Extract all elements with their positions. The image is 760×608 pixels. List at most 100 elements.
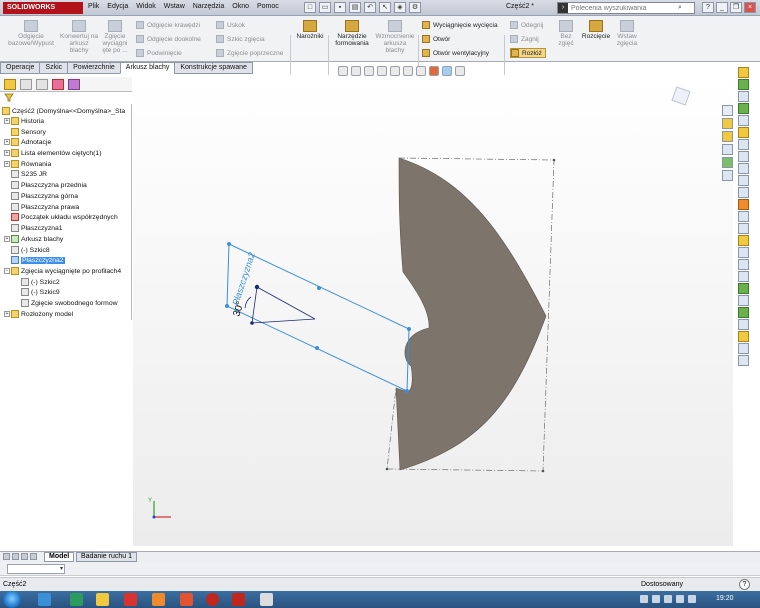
- next-tab-icon[interactable]: [21, 553, 28, 560]
- view-palette-tab-icon[interactable]: [722, 144, 733, 155]
- tree-item-cut-list[interactable]: + Lista elementów ciętych(1): [4, 148, 101, 158]
- tree-item-sketch2[interactable]: (-) Szkic2: [21, 277, 60, 287]
- property-manager-icon[interactable]: [20, 79, 32, 90]
- tree-item-sketch8[interactable]: (-) Szkic8: [11, 245, 50, 255]
- edit-appearance-icon[interactable]: [429, 66, 439, 76]
- app-icon[interactable]: [260, 593, 273, 606]
- dimxpert-icon[interactable]: [52, 79, 64, 90]
- menu-plik[interactable]: Plik: [88, 3, 99, 10]
- pattern-tool-icon[interactable]: [737, 211, 749, 222]
- repair-sketch-icon[interactable]: [737, 235, 749, 246]
- chevron-down-icon[interactable]: ▾: [60, 565, 63, 572]
- tab-operacje[interactable]: Operacje: [0, 62, 41, 74]
- search-icon[interactable]: ⌕: [678, 4, 682, 12]
- tab-model[interactable]: Model: [44, 552, 75, 562]
- tree-item-front-plane[interactable]: Płaszczyzna przednia: [11, 180, 87, 190]
- apply-scene-icon[interactable]: [442, 66, 452, 76]
- hole-button[interactable]: Otwór: [422, 34, 450, 44]
- design-library-tab-icon[interactable]: [722, 118, 733, 129]
- tree-item-right-plane[interactable]: Płaszczyzna prawa: [11, 202, 79, 212]
- unfold-button[interactable]: Odegnij: [510, 20, 543, 30]
- sketch-point[interactable]: [385, 467, 389, 471]
- text-tool-icon[interactable]: [737, 151, 749, 162]
- tab-szkic[interactable]: Szkic: [39, 62, 69, 74]
- expand-icon[interactable]: +: [4, 311, 10, 317]
- tree-item-adnotacje[interactable]: + Adnotacje: [4, 137, 51, 147]
- print-icon[interactable]: ▤: [349, 2, 361, 13]
- expand-icon[interactable]: +: [4, 150, 10, 156]
- tree-item-flat-pattern[interactable]: + Rozłożony model: [4, 309, 73, 319]
- tree-item-historia[interactable]: + Historia: [4, 116, 44, 126]
- custom-properties-tab-icon[interactable]: [722, 170, 733, 181]
- section-properties-icon[interactable]: [737, 343, 749, 354]
- solidworks-taskbar-icon[interactable]: [124, 593, 137, 606]
- tree-item-sketch9[interactable]: (-) Szkic9: [21, 287, 60, 297]
- no-bends-button[interactable]: Bez zgięć: [555, 20, 577, 47]
- prev-tab-icon[interactable]: [12, 553, 19, 560]
- smart-dimension-icon[interactable]: [737, 103, 749, 114]
- select-icon[interactable]: ↖: [379, 2, 391, 13]
- tree-item-plane1[interactable]: Płaszczyzna1: [11, 223, 63, 233]
- sigma-icon[interactable]: [737, 259, 749, 270]
- edge-flange-button[interactable]: Odgięcie krawędzi: [136, 20, 200, 30]
- plane-tool-icon[interactable]: [737, 295, 749, 306]
- cross-break-button[interactable]: Zgięcie poprzeczne: [216, 48, 283, 58]
- tab-powierzchnie[interactable]: Powierzchnie: [67, 62, 121, 74]
- vent-button[interactable]: Otwór wentylacyjny: [422, 48, 489, 58]
- save-icon[interactable]: ▪: [334, 2, 346, 13]
- quick-snaps-icon[interactable]: [737, 247, 749, 258]
- view-orientation-icon[interactable]: [390, 66, 400, 76]
- convert-entities-icon[interactable]: [737, 283, 749, 294]
- sketch-point[interactable]: [552, 158, 556, 162]
- menu-widok[interactable]: Widok: [136, 3, 155, 10]
- tree-item-sheet-metal[interactable]: + Arkusz blachy: [4, 234, 63, 244]
- display-manager-icon[interactable]: [68, 79, 80, 90]
- flatten-button[interactable]: Rozłóż: [510, 48, 546, 58]
- section-view-icon[interactable]: [377, 66, 387, 76]
- tree-root[interactable]: Część2 (Domyślna<<Domyślna>_Sta: [2, 106, 125, 116]
- menu-okno[interactable]: Okno: [232, 3, 249, 10]
- previous-view-icon[interactable]: [364, 66, 374, 76]
- close-icon[interactable]: ×: [744, 2, 756, 13]
- tab-motion-study[interactable]: Badanie ruchu 1: [76, 552, 137, 562]
- menu-pomoc[interactable]: Pomoc: [257, 3, 279, 10]
- restore-icon[interactable]: ❐: [730, 2, 742, 13]
- command-search[interactable]: › ⌕: [557, 2, 695, 14]
- zoom-to-fit-icon[interactable]: [338, 66, 348, 76]
- ie-icon[interactable]: [38, 593, 51, 606]
- trim-tool-icon[interactable]: [737, 175, 749, 186]
- explorer-icon[interactable]: [96, 593, 109, 606]
- last-tab-icon[interactable]: [30, 553, 37, 560]
- convert-sheet-metal-button[interactable]: Konwertuj na arkusz blachy: [60, 20, 98, 54]
- appearance-tool-icon[interactable]: [737, 355, 749, 366]
- menu-edycja[interactable]: Edycja: [107, 3, 128, 10]
- corners-button[interactable]: Narożniki: [294, 20, 326, 40]
- tree-item-sensory[interactable]: Sensory: [11, 127, 46, 137]
- menu-wstaw[interactable]: Wstaw: [164, 3, 185, 10]
- base-flange-button[interactable]: Odgięcie bazowe/Wypust: [6, 20, 56, 47]
- relations-tool-icon[interactable]: [737, 223, 749, 234]
- new-document-icon[interactable]: □: [304, 2, 316, 13]
- sketched-bend-button[interactable]: Szkic zgięcia: [216, 34, 265, 44]
- hide-show-items-icon[interactable]: [416, 66, 426, 76]
- app-icon[interactable]: [152, 593, 165, 606]
- extruded-cut-button[interactable]: Wyciągnięcie wycięcia: [422, 20, 498, 30]
- point-tool-icon[interactable]: [737, 163, 749, 174]
- tree-item-lofted-bends[interactable]: − Zgięcia wyciągnięte po profilach4: [4, 266, 121, 276]
- flag-icon[interactable]: [688, 595, 696, 603]
- network-icon[interactable]: [664, 595, 672, 603]
- firefox-icon[interactable]: [180, 593, 193, 606]
- first-tab-icon[interactable]: [3, 553, 10, 560]
- reference-geometry-icon[interactable]: [737, 307, 749, 318]
- app-icon[interactable]: [70, 593, 83, 606]
- tray-icon[interactable]: [652, 595, 660, 603]
- jog-button[interactable]: Uskok: [216, 20, 245, 30]
- expand-icon[interactable]: +: [4, 118, 10, 124]
- insert-bends-button[interactable]: Wstaw zgięcia: [612, 20, 642, 47]
- status-units[interactable]: Dostosowany: [641, 581, 683, 588]
- zoom-to-area-icon[interactable]: [351, 66, 361, 76]
- menu-narzedzia[interactable]: Narzędzia: [193, 3, 225, 10]
- circle-tool-icon[interactable]: [737, 115, 749, 126]
- sketch-point[interactable]: [541, 469, 545, 473]
- tree-item-origin[interactable]: Początek układu współrzędnych: [11, 212, 118, 222]
